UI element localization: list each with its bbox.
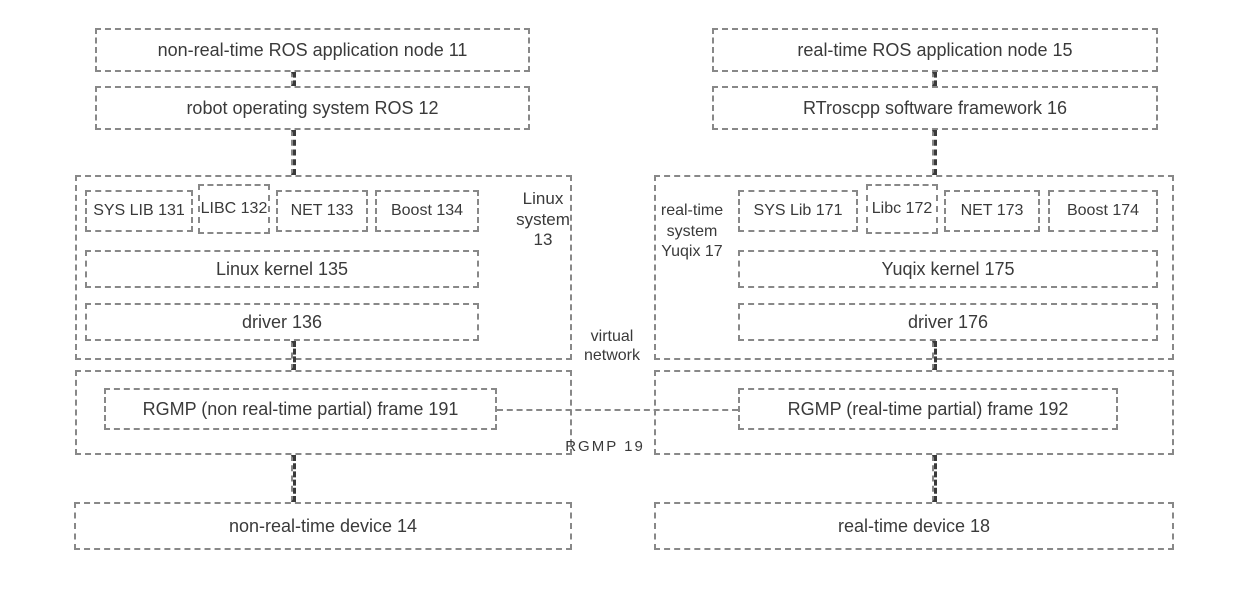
- left-libc: LIBC 132: [198, 184, 270, 234]
- right-framework: RTroscpp software framework 16: [712, 86, 1158, 130]
- connector: [932, 455, 937, 502]
- connector: [291, 72, 296, 86]
- yuqix-system-label: real-time system Yuqix 17: [656, 182, 728, 282]
- left-app-node: non-real-time ROS application node 11: [95, 28, 530, 72]
- connector: [932, 130, 937, 175]
- right-net: NET 173: [944, 190, 1040, 232]
- left-boost: Boost 134: [375, 190, 479, 232]
- virtual-network-label: virtual network: [570, 323, 654, 369]
- virtual-network-link: [497, 409, 738, 411]
- connector: [291, 341, 296, 370]
- linux-system-label: Linux system 13: [508, 190, 578, 250]
- left-ros: robot operating system ROS 12: [95, 86, 530, 130]
- left-syslib: SYS LIB 131: [85, 190, 193, 232]
- left-rgmp-frame: RGMP (non real-time partial) frame 191: [104, 388, 497, 430]
- right-app-node: real-time ROS application node 15: [712, 28, 1158, 72]
- connector: [291, 130, 296, 175]
- left-net: NET 133: [276, 190, 368, 232]
- right-kernel: Yuqix kernel 175: [738, 250, 1158, 288]
- connector: [291, 455, 296, 502]
- left-driver: driver 136: [85, 303, 479, 341]
- right-syslib: SYS Lib 171: [738, 190, 858, 232]
- connector: [932, 72, 937, 86]
- right-device: real-time device 18: [654, 502, 1174, 550]
- right-boost: Boost 174: [1048, 190, 1158, 232]
- right-libc: Libc 172: [866, 184, 938, 234]
- rgmp-label: RGMP 19: [560, 434, 650, 458]
- right-driver: driver 176: [738, 303, 1158, 341]
- left-device: non-real-time device 14: [74, 502, 572, 550]
- right-rgmp-frame: RGMP (real-time partial) frame 192: [738, 388, 1118, 430]
- left-kernel: Linux kernel 135: [85, 250, 479, 288]
- connector: [932, 341, 937, 370]
